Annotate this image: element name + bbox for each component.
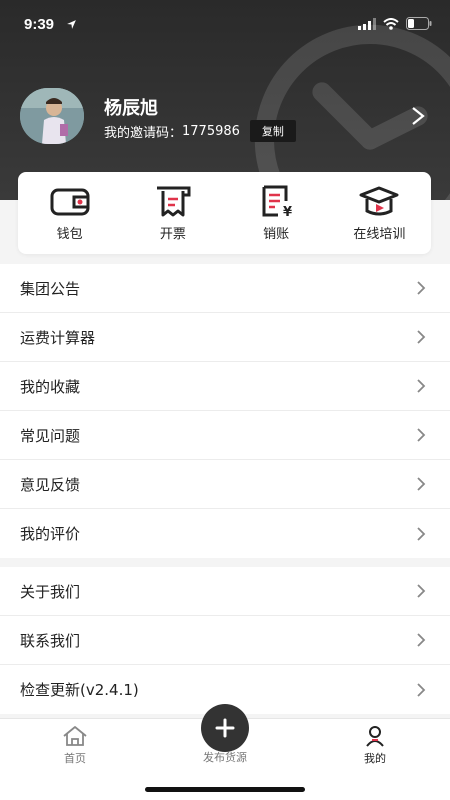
chevron-right-icon (417, 477, 426, 491)
menu-item-about-us[interactable]: 关于我们 (0, 567, 450, 616)
status-bar: 9:39 (0, 0, 450, 50)
avatar[interactable] (20, 88, 84, 144)
status-icons (358, 17, 432, 30)
menu-item-group-announcement[interactable]: 集团公告 (0, 264, 450, 313)
action-invoice[interactable]: 开票 (123, 185, 223, 242)
chevron-right-icon (417, 526, 426, 541)
username: 杨辰旭 (104, 98, 158, 119)
chevron-right-icon (417, 633, 426, 647)
publish-cargo-button[interactable] (201, 704, 249, 752)
svg-text:¥: ¥ (283, 205, 292, 217)
menu-label: 关于我们 (20, 582, 81, 601)
tab-home[interactable]: 首页 (35, 725, 115, 766)
plus-icon (215, 718, 235, 738)
menu-item-faq[interactable]: 常见问题 (0, 411, 450, 460)
tab-label: 首页 (64, 752, 86, 765)
invoice-icon (156, 186, 191, 216)
menu-label: 意见反馈 (20, 475, 81, 494)
action-write-off[interactable]: ¥ 销账 (226, 185, 326, 242)
tab-label: 我的 (364, 752, 386, 765)
menu-group-main: 集团公告 运费计算器 我的收藏 常见问题 意见反馈 我的评价 (0, 264, 450, 558)
chevron-right-icon (417, 330, 426, 344)
action-online-training[interactable]: 在线培训 (329, 185, 429, 242)
action-label: 销账 (263, 226, 290, 242)
menu-label: 我的评价 (20, 525, 81, 543)
action-label: 开票 (159, 226, 186, 242)
menu-label: 检查更新(v2.4.1) (20, 681, 139, 699)
menu-label: 我的收藏 (20, 377, 81, 396)
copy-button[interactable]: 复制 (249, 120, 296, 142)
action-wallet[interactable]: 钱包 (20, 185, 120, 242)
status-time: 9:39 (24, 16, 55, 33)
menu-group-about: 关于我们 联系我们 检查更新(v2.4.1) (0, 567, 450, 714)
user-icon (366, 726, 384, 747)
chevron-right-icon (417, 584, 426, 598)
action-label: 钱包 (56, 226, 83, 242)
invite-label: 我的邀请码： (104, 125, 183, 141)
signal-icon (358, 17, 376, 30)
avatar-photo (20, 88, 84, 144)
battery-icon (406, 17, 432, 30)
menu-label: 运费计算器 (20, 328, 96, 347)
menu-label: 联系我们 (20, 631, 81, 650)
menu-item-my-reviews[interactable]: 我的评价 (0, 509, 450, 558)
chevron-right-icon (417, 281, 426, 295)
graduation-cap-icon (359, 186, 399, 215)
menu-item-favorites[interactable]: 我的收藏 (0, 362, 450, 411)
home-icon (63, 726, 87, 746)
tab-mine[interactable]: 我的 (335, 725, 415, 766)
menu-label: 集团公告 (20, 279, 81, 298)
quick-actions-card: 钱包 开票 ¥ 销账 在线培训 (18, 172, 431, 254)
menu-label: 常见问题 (20, 426, 81, 445)
chevron-right-icon (417, 682, 426, 697)
chevron-right-icon (417, 428, 426, 442)
menu-item-contact-us[interactable]: 联系我们 (0, 616, 450, 665)
wifi-icon (383, 17, 399, 30)
publish-label: 发布货源 (203, 751, 247, 764)
menu-item-freight-calculator[interactable]: 运费计算器 (0, 313, 450, 362)
location-arrow-icon (67, 20, 76, 29)
menu-item-feedback[interactable]: 意见反馈 (0, 460, 450, 509)
wallet-icon (50, 188, 90, 215)
home-indicator (145, 787, 305, 792)
action-label: 在线培训 (353, 226, 406, 242)
write-off-icon: ¥ (262, 185, 292, 217)
chevron-right-icon (417, 379, 426, 393)
invite-row: 我的邀请码： 1775986 复制 (104, 120, 296, 142)
invite-code: 1775986 (182, 123, 240, 139)
chevron-right-icon[interactable] (410, 106, 426, 126)
